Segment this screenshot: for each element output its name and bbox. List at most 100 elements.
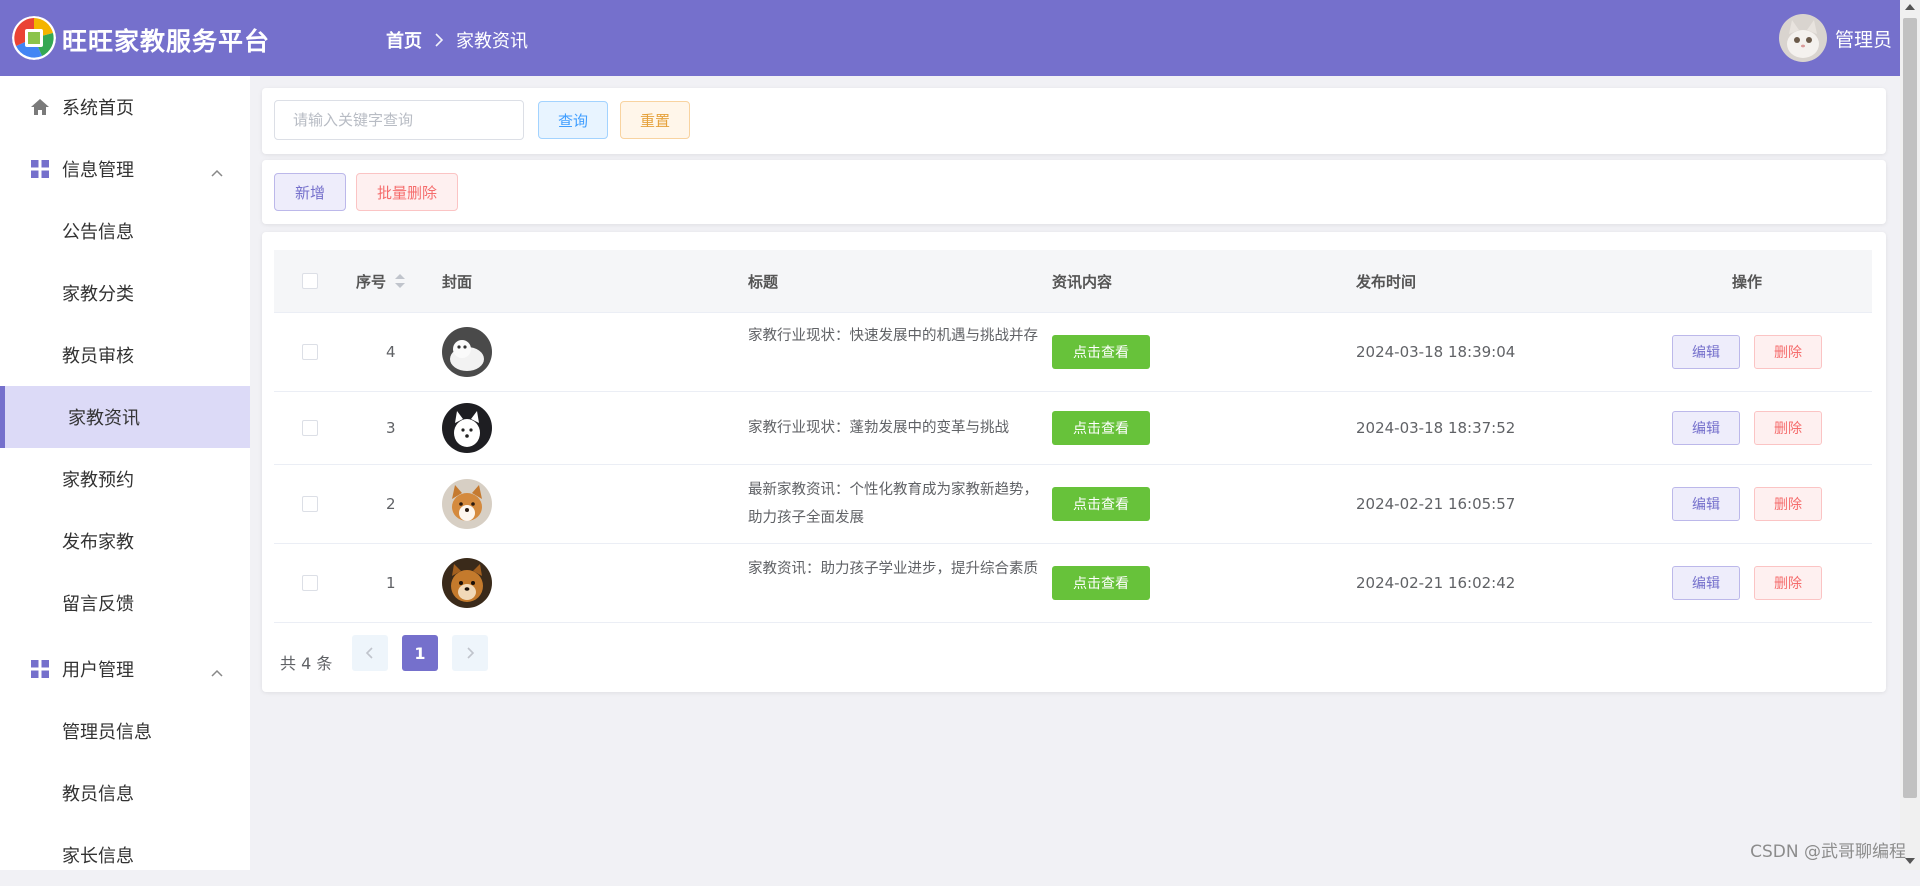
row-time: 2024-02-21 16:02:42	[1356, 574, 1516, 592]
top-header: 旺旺家教服务平台 首页 家教资讯 管理员	[0, 0, 1900, 76]
table-row: 3 家教行业现状：蓬勃发展中的变革与挑战 点击查看 2024-03-18 18:…	[274, 392, 1872, 465]
sidebar-item-admin[interactable]: 管理员信息	[0, 700, 250, 762]
delete-button[interactable]: 删除	[1754, 487, 1822, 521]
sidebar-item-label: 发布家教	[62, 532, 134, 553]
cover-image	[442, 479, 492, 529]
sort-icon[interactable]	[394, 272, 406, 290]
sidebar-item-label: 家长信息	[62, 846, 134, 867]
scroll-down-icon[interactable]	[1905, 858, 1915, 864]
sidebar-item-tutor[interactable]: 教员信息	[0, 762, 250, 824]
watermark-text: CSDN @武哥聊编程	[1750, 842, 1906, 862]
edit-button[interactable]: 编辑	[1672, 487, 1740, 521]
row-title: 家教行业现状：蓬勃发展中的变革与挑战	[748, 420, 1009, 436]
row-title: 家教资讯：助力孩子学业进步，提升综合素质	[748, 561, 1038, 577]
sidebar-item-publish[interactable]: 发布家教	[0, 510, 250, 572]
sidebar-item-home[interactable]: 系统首页	[0, 76, 250, 138]
sidebar-group-label: 用户管理	[62, 660, 134, 681]
sidebar-item-booking[interactable]: 家教预约	[0, 448, 250, 510]
pagination-total: 共 4 条	[280, 654, 333, 673]
table-header: 序号 封面 标题 资讯内容 发布时间 操作	[274, 250, 1872, 313]
grid-icon	[30, 159, 50, 179]
sidebar-group-info[interactable]: 信息管理	[0, 138, 250, 200]
sidebar-item-parent[interactable]: 家长信息	[0, 824, 250, 886]
next-page-button[interactable]	[452, 635, 488, 671]
table-card: 序号 封面 标题 资讯内容 发布时间 操作 4 家教行业现状：快速发展中的机遇与…	[262, 232, 1886, 692]
breadcrumb: 首页 家教资讯	[386, 27, 528, 53]
user-name: 管理员	[1834, 28, 1892, 51]
column-header-index[interactable]: 序号	[356, 250, 406, 312]
row-index: 3	[386, 419, 396, 437]
sidebar: 系统首页 信息管理 公告信息 家教分类 教员审核 家教资讯 家教预约 发布家教 …	[0, 76, 250, 870]
sidebar-item-label: 留言反馈	[62, 594, 134, 615]
batch-delete-button[interactable]: 批量删除	[356, 173, 458, 211]
sidebar-group-user[interactable]: 用户管理	[0, 638, 250, 700]
sidebar-item-label: 家教分类	[62, 284, 134, 305]
avatar[interactable]	[1778, 14, 1827, 62]
chevron-left-icon	[365, 646, 375, 660]
sidebar-item-label: 家教预约	[62, 470, 134, 491]
column-header-label: 序号	[356, 272, 387, 291]
sidebar-group-label: 信息管理	[62, 160, 134, 181]
row-index: 2	[386, 495, 396, 513]
sidebar-item-label: 教员信息	[62, 784, 134, 805]
platform-name: 旺旺家教服务平台	[62, 27, 271, 56]
breadcrumb-current: 家教资讯	[456, 31, 528, 52]
row-title: 家教行业现状：快速发展中的机遇与挑战并存	[748, 328, 1038, 344]
cover-image	[442, 327, 492, 377]
row-checkbox[interactable]	[302, 344, 318, 360]
column-header-time: 发布时间	[1356, 272, 1417, 291]
reset-button[interactable]: 重置	[620, 101, 690, 139]
prev-page-button[interactable]	[352, 635, 388, 671]
chevron-right-icon	[465, 646, 475, 660]
breadcrumb-home[interactable]: 首页	[386, 27, 422, 53]
edit-button[interactable]: 编辑	[1672, 566, 1740, 600]
scrollbar-thumb[interactable]	[1903, 18, 1917, 798]
row-checkbox[interactable]	[302, 420, 318, 436]
row-index: 4	[386, 343, 396, 361]
column-header-actions: 操作	[1732, 272, 1763, 291]
delete-button[interactable]: 删除	[1754, 335, 1822, 369]
sidebar-item-label: 家教资讯	[68, 408, 140, 429]
row-title: 最新家教资讯：个性化教育成为家教新趋势，助力孩子全面发展	[748, 482, 1038, 526]
table-row: 4 家教行业现状：快速发展中的机遇与挑战并存 点击查看 2024-03-18 1…	[274, 313, 1872, 392]
page-number-current[interactable]: 1	[402, 635, 438, 671]
sidebar-item-label: 管理员信息	[62, 722, 152, 743]
view-content-button[interactable]: 点击查看	[1052, 411, 1150, 445]
edit-button[interactable]: 编辑	[1672, 411, 1740, 445]
view-content-button[interactable]: 点击查看	[1052, 566, 1150, 600]
home-icon	[30, 97, 50, 117]
toolbar-card: 新增 批量删除	[262, 160, 1886, 224]
row-checkbox[interactable]	[302, 496, 318, 512]
cover-image	[442, 558, 492, 608]
user-menu[interactable]: 管理员	[1778, 14, 1892, 62]
chevron-up-icon	[210, 162, 224, 183]
grid-icon	[30, 659, 50, 679]
row-time: 2024-03-18 18:37:52	[1356, 419, 1516, 437]
view-content-button[interactable]: 点击查看	[1052, 487, 1150, 521]
sidebar-item-news[interactable]: 家教资讯	[0, 386, 250, 448]
row-time: 2024-02-21 16:05:57	[1356, 495, 1516, 513]
row-checkbox[interactable]	[302, 575, 318, 591]
column-header-content: 资讯内容	[1052, 272, 1113, 291]
page-scrollbar[interactable]	[1900, 0, 1920, 870]
add-button[interactable]: 新增	[274, 173, 346, 211]
chevron-right-icon	[434, 33, 444, 47]
edit-button[interactable]: 编辑	[1672, 335, 1740, 369]
sidebar-item-notice[interactable]: 公告信息	[0, 200, 250, 262]
sidebar-item-label: 公告信息	[62, 222, 134, 243]
sidebar-item-label: 教员审核	[62, 346, 134, 367]
search-input[interactable]	[274, 100, 524, 140]
sidebar-item-feedback[interactable]: 留言反馈	[0, 572, 250, 634]
delete-button[interactable]: 删除	[1754, 566, 1822, 600]
column-header-cover: 封面	[442, 272, 473, 291]
search-card: 查询 重置	[262, 88, 1886, 154]
sidebar-item-category[interactable]: 家教分类	[0, 262, 250, 324]
scroll-up-icon[interactable]	[1905, 4, 1915, 10]
delete-button[interactable]: 删除	[1754, 411, 1822, 445]
select-all-checkbox[interactable]	[302, 273, 318, 289]
platform-logo	[12, 16, 56, 60]
sidebar-item-tutor-review[interactable]: 教员审核	[0, 324, 250, 386]
row-index: 1	[386, 574, 396, 592]
query-button[interactable]: 查询	[538, 101, 608, 139]
view-content-button[interactable]: 点击查看	[1052, 335, 1150, 369]
